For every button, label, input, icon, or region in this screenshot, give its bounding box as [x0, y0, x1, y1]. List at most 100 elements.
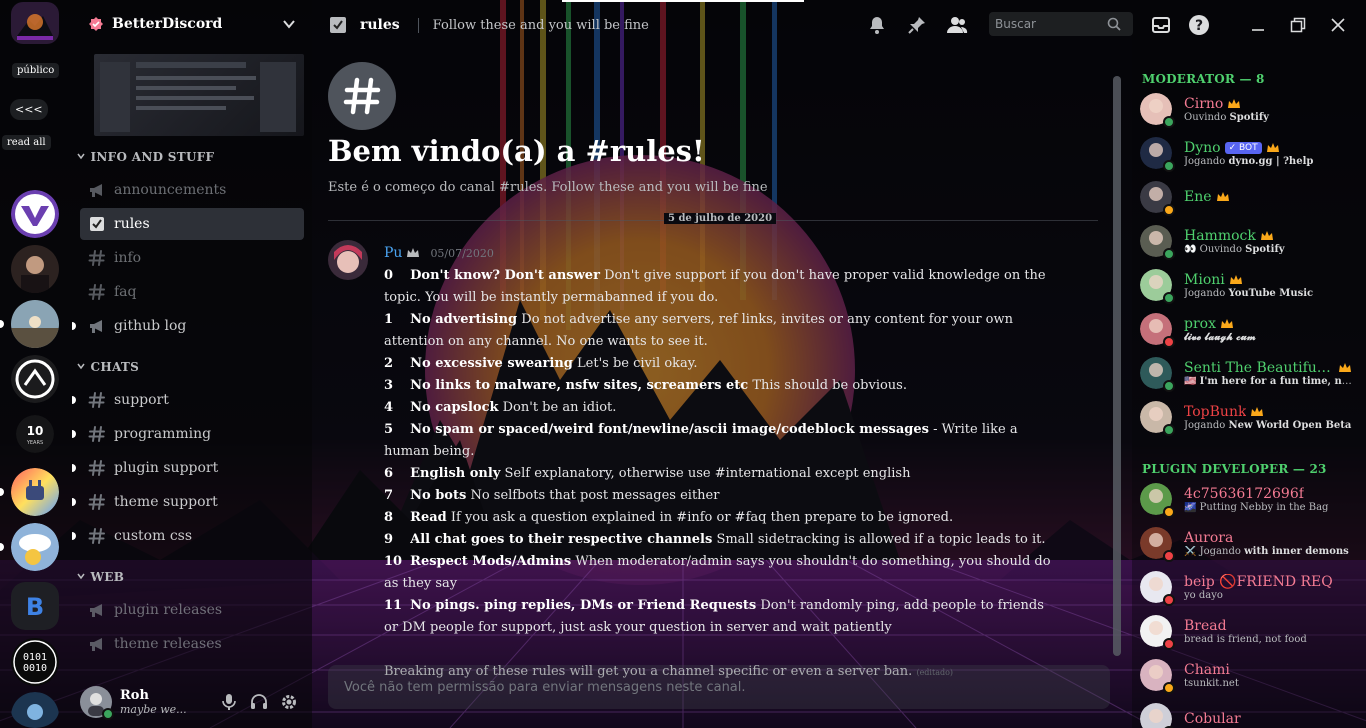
member-avatar	[1140, 357, 1175, 392]
help-icon: ?	[1189, 15, 1209, 35]
channel-item[interactable]: theme support	[80, 486, 304, 518]
server-icon-landscape[interactable]	[11, 300, 59, 348]
minimize-icon	[1252, 29, 1264, 31]
message-input[interactable]	[344, 679, 1084, 695]
notification-settings-button[interactable]	[864, 12, 890, 38]
member-name: Ene	[1184, 189, 1212, 205]
guild-banner	[94, 54, 304, 136]
member-avatar	[1140, 181, 1175, 216]
restore-icon	[1290, 17, 1306, 33]
guild-header[interactable]: BetterDiscord	[70, 0, 312, 48]
member-item[interactable]: beip 🚫FRIEND REQ yo dayo	[1140, 566, 1362, 608]
date-divider: 5 de julho de 2020	[328, 213, 1098, 224]
rule-item: 4 No capslock Don't be an idiot.	[384, 400, 617, 415]
user-settings-button[interactable]	[274, 687, 304, 717]
member-item[interactable]: Chami tsunkit.net	[1140, 654, 1362, 696]
channel-name: info	[114, 250, 142, 266]
chat-scrollbar[interactable]	[1113, 76, 1121, 656]
channel-item[interactable]: programming	[80, 418, 304, 450]
pinned-messages-button[interactable]	[904, 12, 930, 38]
search-bar[interactable]	[989, 12, 1133, 36]
message-author[interactable]: Pu	[384, 245, 402, 261]
rule-item: 8 Read If you ask a question explained i…	[384, 510, 954, 525]
channel-item[interactable]: faq	[80, 276, 304, 308]
server-icon-portrait[interactable]	[11, 245, 59, 293]
hash-icon	[343, 77, 381, 115]
server-icon-vector[interactable]	[11, 190, 59, 238]
member-activity: Jogando dyno.gg | ?help	[1184, 155, 1314, 167]
category-header[interactable]: CHATS	[76, 360, 139, 374]
member-item[interactable]: Bread bread is friend, not food	[1140, 610, 1362, 652]
server-icon-cloud[interactable]	[11, 523, 59, 571]
channel-item[interactable]: github log	[80, 310, 304, 342]
member-name: Hammock	[1184, 227, 1256, 244]
channel-item[interactable]: theme releases	[80, 628, 304, 660]
server-icon-betterdiscord[interactable]: B	[11, 582, 59, 630]
bell-icon	[870, 17, 884, 34]
member-item[interactable]: Senti The Beautiful Sh...🇺🇸 I'm here for…	[1140, 352, 1362, 394]
message-content: 0 Don't know? Don't answer Don't give su…	[384, 265, 1054, 684]
channel-item[interactable]: info	[80, 242, 304, 274]
channel-item[interactable]: custom css	[80, 520, 304, 552]
rules-icon	[90, 217, 104, 231]
channel-item[interactable]: plugin support	[80, 452, 304, 484]
channel-topic[interactable]: Follow these and you will be fine	[417, 17, 649, 33]
user-avatar[interactable]	[80, 686, 114, 720]
deafen-button[interactable]	[244, 687, 274, 717]
category-header[interactable]: INFO AND STUFF	[76, 150, 214, 164]
channel-name: support	[114, 392, 169, 408]
rule-item: 9 All chat goes to their respective chan…	[384, 532, 1046, 547]
mute-button[interactable]	[214, 687, 244, 717]
member-activity: Jogando New World Open Beta	[1184, 419, 1352, 431]
member-item[interactable]: Dyno ✓ BOT Jogando dyno.gg | ?help	[1140, 132, 1362, 174]
server-icon-10-years[interactable]: 10 YEARS	[16, 415, 54, 453]
channel-item[interactable]: rules	[80, 208, 304, 240]
member-item[interactable]: 4c75636172696f 🌌 Putting Nebby in the Bag	[1140, 478, 1362, 520]
member-item[interactable]: Ene	[1140, 176, 1362, 218]
minimize-window-button[interactable]	[1245, 12, 1271, 38]
read-all-button[interactable]: read all	[2, 135, 51, 150]
chat-scrollbar-thumb[interactable]	[1113, 76, 1121, 656]
collapse-button[interactable]: <<<	[10, 99, 48, 120]
server-icon-binary[interactable]: 0101 0010	[11, 638, 59, 686]
channel-item[interactable]: plugin releases	[80, 594, 304, 626]
member-avatar	[1140, 401, 1175, 436]
svg-text:?: ?	[1195, 18, 1203, 34]
close-icon	[1331, 18, 1345, 32]
channel-item[interactable]: support	[80, 384, 304, 416]
message-avatar[interactable]	[328, 240, 368, 280]
inbox-button[interactable]	[1148, 12, 1174, 38]
member-item[interactable]: Cirno Ouvindo Spotify	[1140, 88, 1362, 130]
inbox-icon	[1152, 17, 1170, 33]
close-window-button[interactable]	[1325, 12, 1351, 38]
crown-icon	[1216, 192, 1229, 201]
rule-item: 3 No links to malware, nsfw sites, screa…	[384, 378, 907, 393]
crown-icon	[1339, 362, 1351, 372]
crown-icon	[1220, 318, 1233, 328]
help-button[interactable]: ?	[1186, 12, 1212, 38]
channel-sidebar: BetterDiscord INFO AND STUFF announcement…	[70, 0, 312, 728]
search-input[interactable]	[995, 17, 1107, 31]
public-badge[interactable]: público	[12, 63, 60, 78]
status-indicator	[1163, 336, 1175, 348]
microphone-icon	[222, 694, 236, 710]
server-icon-blue-figure[interactable]	[11, 692, 59, 728]
member-item[interactable]: Hammock 👀 Ouvindo Spotify	[1140, 220, 1362, 262]
status-indicator	[1163, 204, 1175, 216]
channel-name: github log	[114, 318, 187, 334]
server-icon-plug[interactable]	[11, 468, 59, 516]
home-button[interactable]	[11, 2, 59, 44]
member-item[interactable]: Cobular	[1140, 698, 1362, 728]
chevron-down-icon[interactable]	[282, 17, 296, 31]
server-icon-emblem[interactable]	[11, 355, 59, 403]
member-item[interactable]: Mioni Jogando YouTube Music	[1140, 264, 1362, 306]
member-list-toggle[interactable]	[944, 12, 970, 38]
category-header[interactable]: WEB	[76, 570, 124, 584]
maximize-window-button[interactable]	[1285, 12, 1311, 38]
channel-item[interactable]: announcements	[80, 174, 304, 206]
member-item[interactable]: prox 𝓵𝓲𝓿𝓮 𝓵𝓪𝓾𝓰𝓱 𝓬𝓾𝓶	[1140, 308, 1362, 350]
member-activity: 🌌 Putting Nebby in the Bag	[1184, 501, 1329, 513]
rule-item: 10 Respect Mods/Admins When moderator/ad…	[384, 554, 1051, 591]
member-item[interactable]: TopBunk Jogando New World Open Beta	[1140, 396, 1362, 438]
member-item[interactable]: Aurora ⚔️ Jogando with inner demons	[1140, 522, 1362, 564]
